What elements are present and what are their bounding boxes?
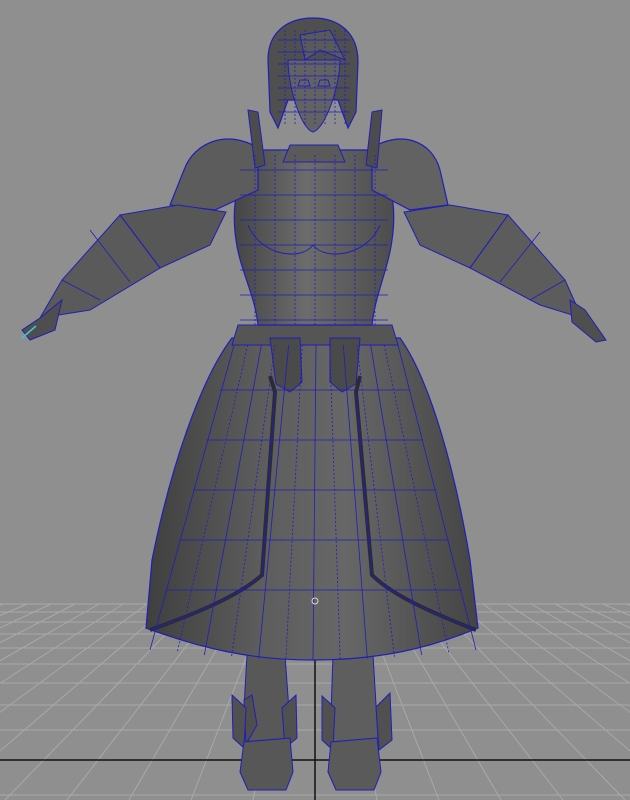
modeling-viewport[interactable] bbox=[0, 0, 630, 800]
left-boot bbox=[239, 737, 294, 791]
collar bbox=[282, 144, 346, 163]
viewport-canvas[interactable] bbox=[0, 0, 630, 800]
right-boot bbox=[327, 737, 382, 791]
head[interactable] bbox=[267, 17, 359, 133]
